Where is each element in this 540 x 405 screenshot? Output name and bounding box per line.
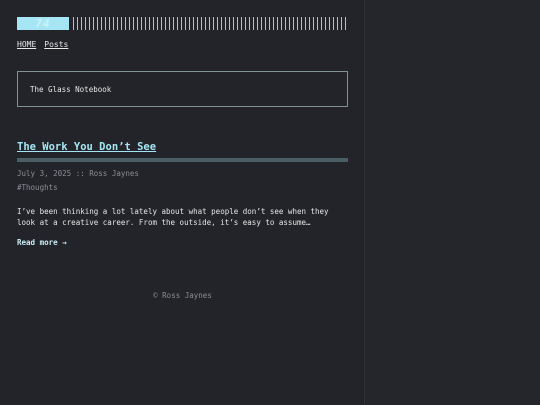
title-divider <box>17 158 348 162</box>
main-nav: HOME Posts <box>17 40 68 50</box>
post-meta: July 3, 2025 :: Ross Jaynes <box>17 169 139 178</box>
site-footer: © Ross Jaynes <box>153 291 212 300</box>
read-more-link[interactable]: Read more → <box>17 238 67 247</box>
site-header: 74 <box>17 17 348 30</box>
post-tag-link[interactable]: #Thoughts <box>17 183 58 192</box>
site-tagline: The Glass Notebook <box>30 84 112 94</box>
nav-item-home[interactable]: HOME <box>17 40 36 50</box>
site-logo[interactable]: 74 <box>17 17 69 30</box>
post-title-link[interactable]: The Work You Don’t See <box>17 141 156 154</box>
post-excerpt: I’ve been thinking a lot lately about wh… <box>17 207 329 227</box>
site-tagline-box: The Glass Notebook <box>17 71 348 107</box>
page: 74 HOME Posts The Glass Notebook The Wor… <box>0 0 540 405</box>
header-stripes <box>73 17 348 30</box>
right-panel <box>364 0 540 405</box>
nav-item-posts[interactable]: Posts <box>44 40 68 50</box>
